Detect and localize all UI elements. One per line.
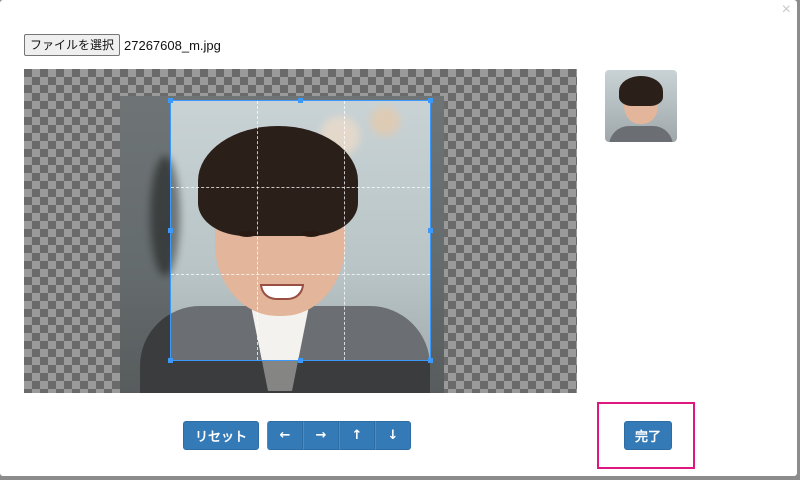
move-up-button[interactable]: ↑ xyxy=(339,421,375,450)
move-button-group: ← → ↑ ↓ xyxy=(267,421,411,450)
close-icon[interactable]: × xyxy=(782,2,791,18)
choose-file-button[interactable]: ファイルを選択 xyxy=(24,34,121,56)
move-right-button[interactable]: → xyxy=(303,421,339,450)
crop-dim-right xyxy=(431,96,444,393)
crop-handle-left[interactable] xyxy=(168,228,173,233)
crop-guide-line xyxy=(171,274,430,275)
crop-selection-box[interactable] xyxy=(168,98,433,363)
crop-handle-top-right[interactable] xyxy=(428,98,433,103)
crop-dim-left xyxy=(120,96,170,393)
image-crop-dialog: × ファイルを選択 27267608_m.jpg リセット ← → ↑ ↓ 完了 xyxy=(0,0,797,476)
reset-button[interactable]: リセット xyxy=(183,421,259,450)
crop-handle-right[interactable] xyxy=(428,228,433,233)
crop-handle-top-left[interactable] xyxy=(168,98,173,103)
crop-guide-line xyxy=(344,101,345,360)
crop-preview-thumbnail xyxy=(605,70,677,142)
crop-guide-line xyxy=(257,101,258,360)
crop-dim-bottom xyxy=(170,361,431,393)
done-button[interactable]: 完了 xyxy=(624,421,672,450)
crop-handle-bottom[interactable] xyxy=(298,358,303,363)
crop-handle-top[interactable] xyxy=(298,98,303,103)
crop-handle-bottom-left[interactable] xyxy=(168,358,173,363)
selected-file-name: 27267608_m.jpg xyxy=(124,37,221,53)
crop-guide-line xyxy=(171,187,430,188)
file-input-row: ファイルを選択 27267608_m.jpg xyxy=(24,34,221,56)
move-left-button[interactable]: ← xyxy=(267,421,303,450)
crop-canvas[interactable] xyxy=(24,69,577,393)
crop-handle-bottom-right[interactable] xyxy=(428,358,433,363)
move-down-button[interactable]: ↓ xyxy=(375,421,411,450)
